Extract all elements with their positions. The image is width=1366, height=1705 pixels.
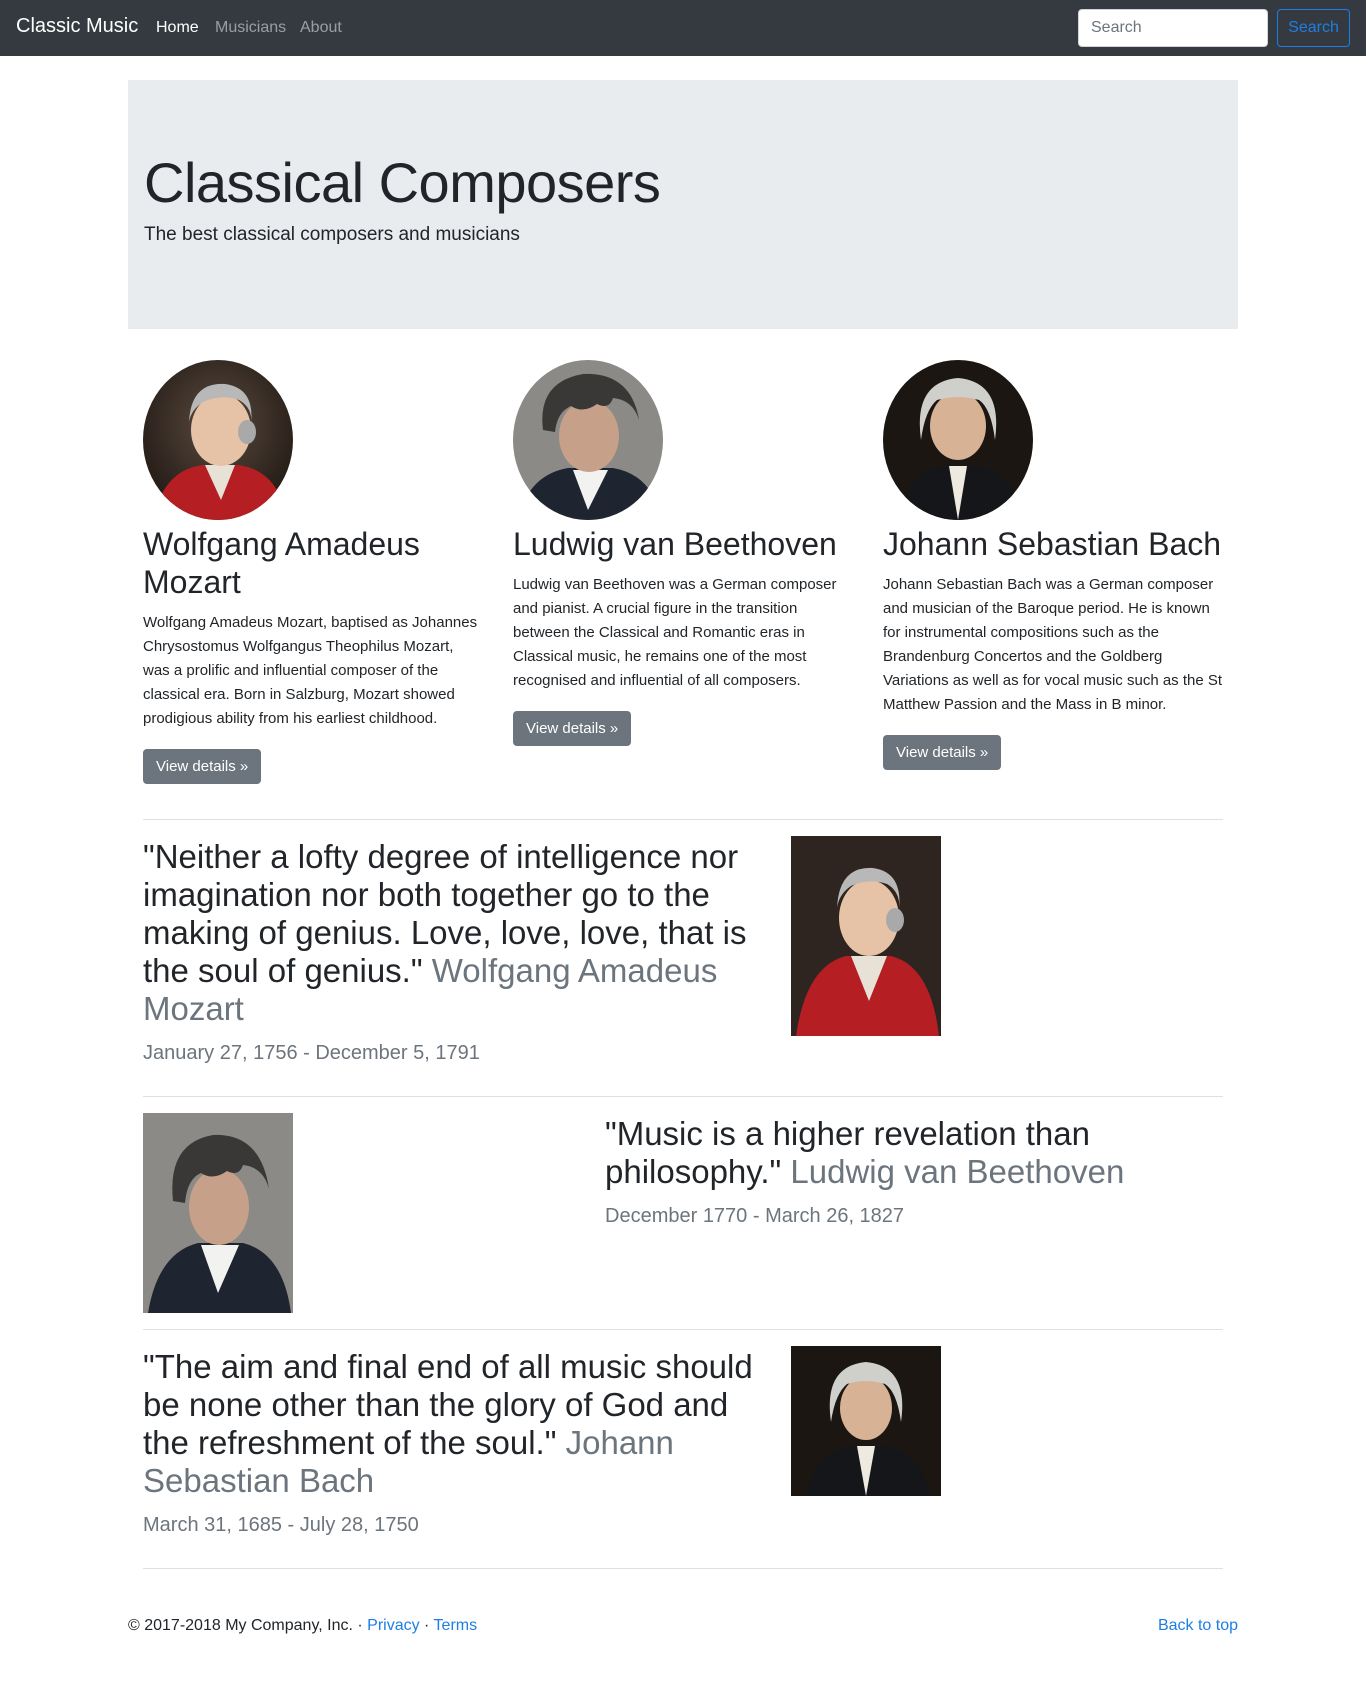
divider: [143, 1568, 1223, 1569]
nav-link-home[interactable]: Home: [156, 19, 199, 37]
life-dates: March 31, 1685 - July 28, 1750: [143, 1514, 419, 1536]
footer-separator: ·: [419, 1617, 434, 1634]
divider: [143, 1329, 1223, 1330]
search-button[interactable]: Search: [1277, 9, 1350, 47]
quote-author: Ludwig van Beethoven: [790, 1153, 1125, 1190]
jumbotron: Classical Composers The best classical c…: [128, 80, 1238, 329]
composer-card-bach: Johann Sebastian Bach Johann Sebastian B…: [883, 360, 1233, 770]
navbar: Classic Music Home Musicians About Searc…: [0, 0, 1366, 56]
composer-name: Johann Sebastian Bach: [883, 526, 1222, 562]
bach-avatar: [883, 360, 1033, 520]
terms-link[interactable]: Terms: [434, 1617, 478, 1634]
view-details-button[interactable]: View details »: [513, 711, 632, 746]
copyright-text: © 2017-2018 My Company, Inc. ·: [128, 1617, 368, 1634]
mozart-avatar: [143, 360, 293, 520]
beethoven-portrait: [143, 1113, 293, 1313]
beethoven-avatar: [513, 360, 663, 520]
bach-portrait: [791, 1346, 941, 1496]
nav-link-about[interactable]: About: [300, 19, 342, 37]
composer-description: Ludwig van Beethoven was a German compos…: [513, 576, 837, 689]
composer-name: Wolfgang Amadeus Mozart: [143, 526, 420, 600]
composer-name: Ludwig van Beethoven: [513, 526, 837, 562]
back-to-top-link[interactable]: Back to top: [1158, 1617, 1238, 1635]
featurette-bach: "The aim and final end of all music shou…: [143, 1348, 773, 1537]
view-details-button[interactable]: View details »: [883, 735, 1002, 770]
composer-card-mozart: Wolfgang Amadeus Mozart Wolfgang Amadeus…: [143, 360, 493, 784]
mozart-portrait: [791, 836, 941, 1036]
brand-link[interactable]: Classic Music: [16, 15, 138, 38]
divider: [143, 1096, 1223, 1097]
divider: [143, 819, 1223, 820]
view-details-button[interactable]: View details »: [143, 749, 262, 784]
life-dates: December 1770 - March 26, 1827: [605, 1205, 905, 1227]
quote-heading: "Music is a higher revelation than philo…: [605, 1115, 1235, 1191]
featurette-beethoven: "Music is a higher revelation than philo…: [605, 1115, 1235, 1228]
composer-description: Wolfgang Amadeus Mozart, baptised as Joh…: [143, 614, 478, 727]
quote-heading: "The aim and final end of all music shou…: [143, 1348, 773, 1500]
composer-description: Johann Sebastian Bach was a German compo…: [883, 576, 1223, 713]
quote-heading: "Neither a lofty degree of intelligence …: [143, 838, 773, 1028]
nav-link-musicians[interactable]: Musicians: [215, 19, 286, 37]
privacy-link[interactable]: Privacy: [367, 1617, 419, 1634]
search-input[interactable]: [1078, 9, 1268, 47]
page-subtitle: The best classical composers and musicia…: [144, 224, 520, 245]
composer-card-beethoven: Ludwig van Beethoven Ludwig van Beethove…: [513, 360, 863, 746]
featurette-mozart: "Neither a lofty degree of intelligence …: [143, 838, 773, 1065]
life-dates: January 27, 1756 - December 5, 1791: [143, 1042, 480, 1064]
page-title: Classical Composers: [144, 151, 661, 214]
footer: © 2017-2018 My Company, Inc. · Privacy ·…: [128, 1617, 1238, 1635]
